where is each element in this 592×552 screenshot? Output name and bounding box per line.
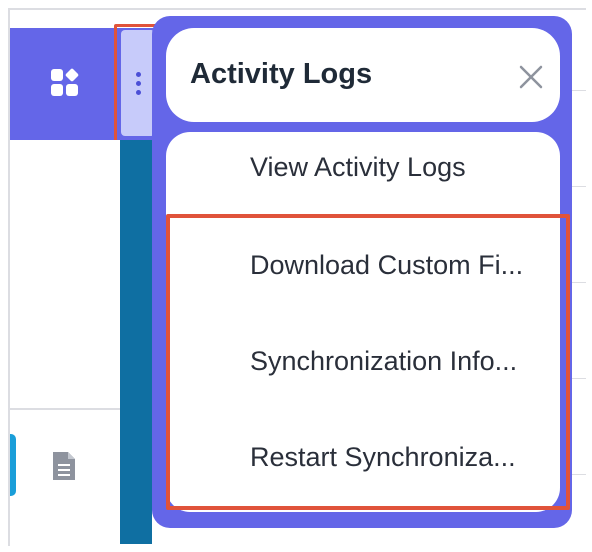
popover-title: Activity Logs — [190, 58, 373, 90]
apps-icon[interactable] — [50, 68, 80, 98]
content-divider — [10, 408, 120, 410]
content-panel — [10, 140, 120, 544]
menu-items-highlight-box — [166, 214, 570, 510]
active-tab-indicator[interactable] — [10, 434, 16, 496]
app-frame: Activity Logs View Activity Logs Downloa… — [0, 0, 592, 552]
document-icon[interactable] — [50, 450, 78, 482]
menu-item-view-activity-logs[interactable]: View Activity Logs — [250, 152, 466, 183]
side-strip — [120, 140, 152, 544]
close-icon[interactable] — [516, 62, 546, 92]
